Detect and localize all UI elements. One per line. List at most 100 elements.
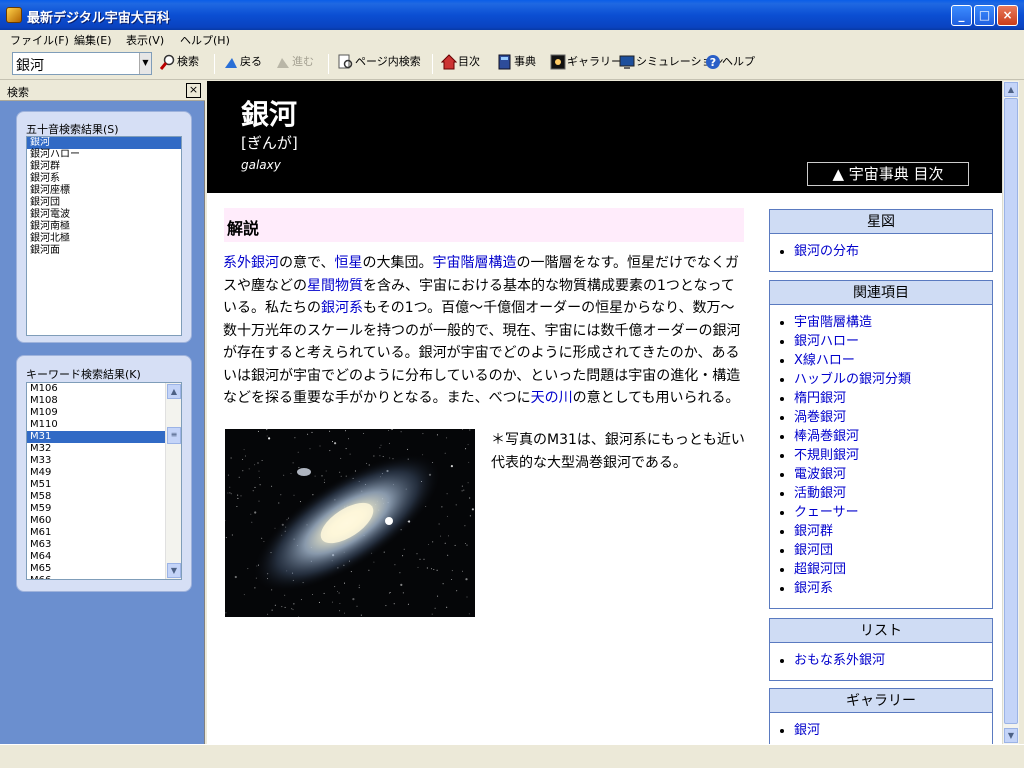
- scroll-thumb[interactable]: ≡: [167, 427, 181, 444]
- related-topic-link[interactable]: 不規則銀河: [770, 446, 992, 465]
- search-input[interactable]: 銀河: [12, 52, 152, 75]
- section-heading: 解説: [224, 208, 744, 242]
- keyword-result-item[interactable]: M61: [27, 527, 165, 539]
- related-topics-heading: 関連項目: [770, 281, 992, 305]
- photo-caption: ＊写真のM31は、銀河系にもっとも近い代表的な大型渦巻銀河である。: [491, 432, 745, 471]
- close-icon[interactable]: ×: [186, 83, 201, 98]
- search-button[interactable]: 検索: [160, 53, 199, 75]
- gojuon-result-item[interactable]: 銀河ハロー: [27, 149, 181, 161]
- article-link[interactable]: 銀河系: [321, 300, 363, 316]
- status-bar: [0, 744, 1024, 768]
- related-topic-link[interactable]: 超銀河団: [770, 560, 992, 579]
- related-topic-link[interactable]: 電波銀河: [770, 465, 992, 484]
- keyword-result-item[interactable]: M58: [27, 491, 165, 503]
- keyword-result-item[interactable]: M60: [27, 515, 165, 527]
- close-button[interactable]: ×: [997, 5, 1018, 26]
- keyword-result-item[interactable]: M51: [27, 479, 165, 491]
- keyword-results-list[interactable]: M106 M108 M109 M110 M31 M32 M33 M49 M51 M58 M59 M60…: [26, 382, 182, 580]
- gallery-link[interactable]: 銀河: [770, 721, 992, 740]
- gojuon-result-item[interactable]: 銀河群: [27, 161, 181, 173]
- minimize-button[interactable]: _: [951, 5, 972, 26]
- maximize-button[interactable]: □: [974, 5, 995, 26]
- related-topic-link[interactable]: 銀河ハロー: [770, 332, 992, 351]
- scroll-thumb[interactable]: [1004, 98, 1018, 724]
- scroll-down-icon[interactable]: ▼: [1004, 728, 1018, 743]
- gallery-icon: [550, 54, 566, 70]
- keyword-result-item[interactable]: M110: [27, 419, 165, 431]
- scroll-down-icon[interactable]: ▼: [167, 563, 181, 578]
- related-topic-link[interactable]: X線ハロー: [770, 351, 992, 370]
- article-english-name: galaxy: [241, 158, 281, 172]
- search-pane-title: 検索: [7, 86, 29, 99]
- article-link[interactable]: 宇宙階層構造: [432, 255, 516, 271]
- keyword-result-item[interactable]: M64: [27, 551, 165, 563]
- title-bar[interactable]: 最新デジタル宇宙大百科 _ □ ×: [0, 0, 1024, 30]
- menu-edit[interactable]: 編集(E): [74, 32, 112, 48]
- article-body: 系外銀河の意で、恒星の大集団。宇宙階層構造の一階層をなす。恒星だけでなくガスや塵…: [223, 252, 745, 410]
- dictionary-label: 事典: [514, 55, 536, 68]
- article-link[interactable]: 系外銀河: [223, 255, 279, 271]
- scroll-up-icon[interactable]: ▲: [167, 384, 181, 399]
- keyword-result-item[interactable]: M106: [27, 383, 165, 395]
- gallery-button[interactable]: ギャラリー: [550, 53, 622, 75]
- gojuon-result-item[interactable]: 銀河座標: [27, 185, 181, 197]
- related-topic-link[interactable]: 宇宙階層構造: [770, 313, 992, 332]
- back-button[interactable]: 戻る: [223, 53, 262, 75]
- related-topic-link[interactable]: 銀河群: [770, 522, 992, 541]
- dictionary-toc-link[interactable]: ▲ 宇宙事典 目次: [807, 162, 969, 186]
- forward-button[interactable]: 進む: [275, 53, 314, 75]
- page-search-button[interactable]: ページ内検索: [338, 53, 421, 75]
- article-title: 銀河: [241, 98, 298, 131]
- menu-help[interactable]: ヘルプ(H): [180, 32, 230, 48]
- keyword-result-item[interactable]: M49: [27, 467, 165, 479]
- menu-file[interactable]: ファイル(F): [10, 32, 69, 48]
- article-link[interactable]: 恒星: [334, 255, 362, 271]
- related-topic-link[interactable]: 銀河団: [770, 541, 992, 560]
- keyword-result-item[interactable]: M31: [27, 431, 165, 443]
- related-topic-link[interactable]: ハッブルの銀河分類: [770, 370, 992, 389]
- keyword-result-item[interactable]: M63: [27, 539, 165, 551]
- article-scrollbar[interactable]: ▲ ▼: [1002, 81, 1019, 744]
- help-button[interactable]: ? ヘルプ: [705, 53, 755, 75]
- gojuon-result-item[interactable]: 銀河系: [27, 173, 181, 185]
- gojuon-result-item[interactable]: 銀河団: [27, 197, 181, 209]
- article-link[interactable]: 天の川: [531, 390, 573, 406]
- gallery-heading: ギャラリー: [770, 689, 992, 713]
- keyword-result-item[interactable]: M32: [27, 443, 165, 455]
- list-box: リスト おもな系外銀河: [769, 618, 993, 681]
- keyword-result-item[interactable]: M109: [27, 407, 165, 419]
- dictionary-button[interactable]: 事典: [497, 53, 536, 75]
- page-search-label: ページ内検索: [355, 55, 421, 68]
- toc-button[interactable]: 目次: [441, 53, 480, 75]
- related-topic-link[interactable]: 銀河系: [770, 579, 992, 598]
- gojuon-results-group: 五十音検索結果(S) 銀河 銀河ハロー 銀河群 銀河系 銀河座標 銀河団 銀河電波 銀河南極銀…: [16, 111, 192, 343]
- book-icon: [498, 54, 511, 70]
- gojuon-result-item[interactable]: 銀河面: [27, 245, 181, 257]
- keyword-result-item[interactable]: M59: [27, 503, 165, 515]
- keyword-result-item[interactable]: M66: [27, 575, 165, 579]
- related-topic-link[interactable]: クェーサー: [770, 503, 992, 522]
- keyword-result-item[interactable]: M65: [27, 563, 165, 575]
- keyword-result-item[interactable]: M33: [27, 455, 165, 467]
- gojuon-result-item[interactable]: 銀河電波: [27, 209, 181, 221]
- chevron-down-icon[interactable]: ▼: [139, 53, 151, 74]
- related-topic-link[interactable]: 活動銀河: [770, 484, 992, 503]
- keyword-list-scrollbar[interactable]: ▲ ≡ ▼: [165, 383, 181, 579]
- list-link[interactable]: おもな系外銀河: [770, 651, 992, 670]
- gojuon-results-list[interactable]: 銀河 銀河ハロー 銀河群 銀河系 銀河座標 銀河団 銀河電波 銀河南極 銀河北極 銀河面: [26, 136, 182, 336]
- magnifier-icon: [160, 54, 175, 70]
- galaxy-photo: [225, 429, 475, 617]
- star-map-link[interactable]: 銀河の分布: [770, 242, 992, 261]
- back-button-label: 戻る: [240, 55, 262, 68]
- gojuon-result-item[interactable]: 銀河北極: [27, 233, 181, 245]
- keyword-result-item[interactable]: M108: [27, 395, 165, 407]
- gojuon-result-item[interactable]: 銀河南極: [27, 221, 181, 233]
- related-topic-link[interactable]: 楕円銀河: [770, 389, 992, 408]
- related-topic-link[interactable]: 渦巻銀河: [770, 408, 992, 427]
- window-title: 最新デジタル宇宙大百科: [27, 11, 170, 26]
- scroll-up-icon[interactable]: ▲: [1004, 82, 1018, 97]
- related-topic-link[interactable]: 棒渦巻銀河: [770, 427, 992, 446]
- article-link[interactable]: 星間物質: [307, 278, 363, 294]
- menu-view[interactable]: 表示(V): [126, 32, 164, 48]
- gojuon-result-item[interactable]: 銀河: [27, 137, 181, 149]
